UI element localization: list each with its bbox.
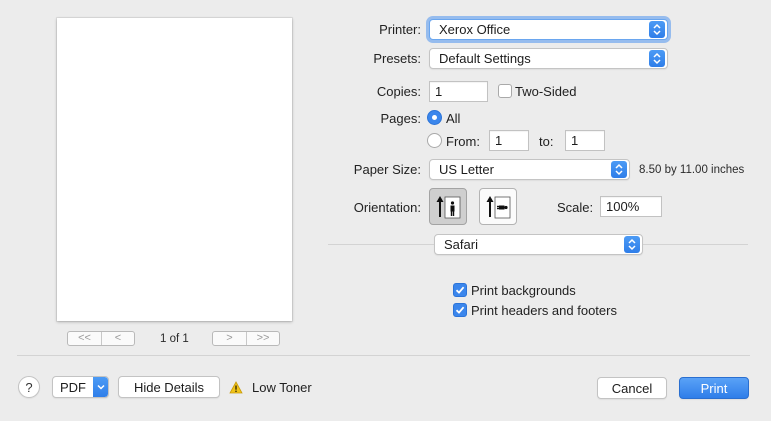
printer-label: Printer: xyxy=(379,22,421,37)
page-nav-back-group: << < xyxy=(67,331,135,346)
print-button[interactable]: Print xyxy=(679,377,749,399)
warning-icon xyxy=(229,381,243,394)
pages-label: Pages: xyxy=(380,111,421,126)
chevron-down-icon xyxy=(93,377,108,397)
copies-label: Copies: xyxy=(376,84,421,99)
portrait-icon xyxy=(436,195,461,218)
footer-divider xyxy=(17,355,750,356)
orientation-label: Orientation: xyxy=(353,200,421,215)
paper-size-label: Paper Size: xyxy=(353,162,421,177)
pages-range-radio[interactable] xyxy=(427,133,442,148)
pages-all-radio[interactable] xyxy=(427,110,442,125)
presets-label: Presets: xyxy=(373,51,421,66)
paper-size-dimensions: 8.50 by 11.00 inches xyxy=(639,164,745,176)
orientation-landscape-button[interactable] xyxy=(479,188,517,225)
first-page-button[interactable]: << xyxy=(68,332,101,345)
page-indicator: 1 of 1 xyxy=(160,333,189,345)
printer-popup[interactable]: Xerox Office xyxy=(429,19,668,40)
next-page-button[interactable]: > xyxy=(213,332,246,345)
app-section-value: Safari xyxy=(444,237,478,252)
pdf-menu-button[interactable]: PDF xyxy=(52,376,109,398)
paper-size-value: US Letter xyxy=(439,162,494,177)
checkmark-icon xyxy=(455,286,465,294)
print-headers-footers-label: Print headers and footers xyxy=(471,303,617,318)
pages-all-label: All xyxy=(446,111,461,126)
copies-field[interactable] xyxy=(429,81,488,102)
pages-to-label: to: xyxy=(539,134,554,149)
scale-label: Scale: xyxy=(557,200,594,215)
pages-from-field[interactable] xyxy=(489,130,529,151)
popup-stepper-icon xyxy=(649,50,665,67)
previous-page-button[interactable]: < xyxy=(101,332,134,345)
orientation-portrait-button[interactable] xyxy=(429,188,467,225)
low-toner-status: Low Toner xyxy=(252,380,312,395)
help-button[interactable]: ? xyxy=(18,376,40,398)
print-backgrounds-label: Print backgrounds xyxy=(471,283,576,298)
app-section-popup[interactable]: Safari xyxy=(434,234,643,255)
two-sided-label: Two-Sided xyxy=(515,84,577,99)
two-sided-checkbox[interactable] xyxy=(498,84,512,98)
page-nav-forward-group: > >> xyxy=(212,331,280,346)
print-headers-footers-checkbox[interactable] xyxy=(453,303,467,317)
pages-from-label: From: xyxy=(446,134,480,149)
last-page-button[interactable]: >> xyxy=(246,332,279,345)
popup-stepper-icon xyxy=(611,161,627,178)
page-preview xyxy=(57,18,292,321)
presets-popup[interactable]: Default Settings xyxy=(429,48,668,69)
checkmark-icon xyxy=(455,306,465,314)
pages-to-field[interactable] xyxy=(565,130,605,151)
presets-value: Default Settings xyxy=(439,51,531,66)
cancel-button[interactable]: Cancel xyxy=(597,377,667,399)
popup-stepper-icon xyxy=(624,236,640,253)
landscape-icon xyxy=(486,195,511,218)
paper-size-popup[interactable]: US Letter xyxy=(429,159,630,180)
hide-details-button[interactable]: Hide Details xyxy=(118,376,220,398)
pdf-label: PDF xyxy=(60,379,86,395)
scale-field[interactable] xyxy=(600,196,662,217)
popup-stepper-icon xyxy=(649,21,665,38)
print-backgrounds-checkbox[interactable] xyxy=(453,283,467,297)
printer-value: Xerox Office xyxy=(439,22,511,37)
